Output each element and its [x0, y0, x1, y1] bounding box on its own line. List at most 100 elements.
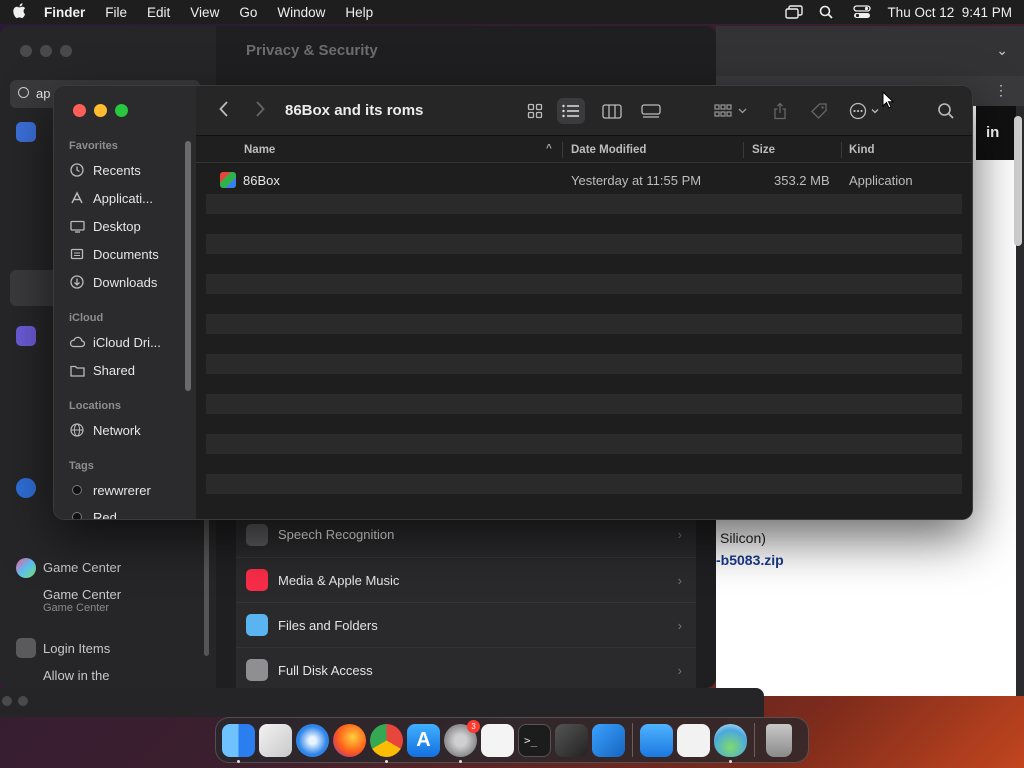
- sidebar-item-applications[interactable]: Applicati...: [69, 187, 189, 209]
- sidebar-item-label: Applicati...: [93, 190, 153, 206]
- dock-system-settings-icon[interactable]: 3: [444, 719, 480, 763]
- dock-separator: [632, 723, 633, 757]
- forward-button[interactable]: [250, 100, 270, 122]
- login-items-result-label: Allow in the: [43, 668, 110, 683]
- tag-button[interactable]: [805, 98, 833, 124]
- dock-app-store-icon[interactable]: A: [407, 723, 440, 757]
- empty-row: [206, 254, 962, 274]
- game-center-result-label: Game Center: [43, 587, 122, 602]
- bg-window-min[interactable]: [18, 696, 28, 706]
- share-button[interactable]: [766, 98, 794, 124]
- sidebar-header-tags: Tags: [69, 460, 94, 472]
- menu-help[interactable]: Help: [345, 5, 373, 20]
- download-link[interactable]: -b5083.zip: [716, 552, 784, 568]
- menu-edit[interactable]: Edit: [147, 5, 170, 20]
- file-row-86box[interactable]: 86Box Yesterday at 11:55 PM 353.2 MB App…: [206, 166, 962, 194]
- settings-search-value: ap: [36, 86, 51, 101]
- sidebar-tag-rewwrerer[interactable]: rewwrerer: [69, 479, 189, 501]
- privacy-row-files-and-folders[interactable]: Files and Folders ›: [236, 602, 696, 647]
- sign-in-button[interactable]: in: [976, 106, 1016, 160]
- sidebar-scrollbar[interactable]: [185, 141, 191, 391]
- dock-finder-icon[interactable]: [222, 723, 255, 763]
- chevron-right-icon: ›: [677, 617, 682, 633]
- privacy-row-full-disk-access[interactable]: Full Disk Access ›: [236, 647, 696, 688]
- browser-menu-icon[interactable]: ⋮: [994, 82, 1008, 99]
- settings-result-game-center[interactable]: Game Center Game Center: [43, 587, 121, 614]
- settings-sidebar-game-center[interactable]: Game Center: [43, 560, 121, 575]
- dock-trash-icon[interactable]: [766, 723, 792, 757]
- dock-safari-icon[interactable]: [296, 723, 329, 757]
- icon-view-button[interactable]: [521, 98, 549, 124]
- column-separator[interactable]: [841, 142, 842, 158]
- control-center-icon[interactable]: [853, 5, 872, 19]
- column-size[interactable]: Size: [752, 144, 775, 156]
- dock-chrome-icon[interactable]: [370, 723, 403, 763]
- tab-list-chevron-icon[interactable]: ⌄: [996, 42, 1008, 59]
- column-separator[interactable]: [562, 142, 563, 158]
- dock-firefox-icon[interactable]: [333, 723, 366, 757]
- dock-vscode-icon[interactable]: [592, 723, 625, 757]
- login-items-label: Login Items: [43, 641, 111, 656]
- sidebar-tag-red[interactable]: Red: [69, 506, 189, 519]
- settings-sidebar-login-items[interactable]: Login Items: [43, 641, 110, 656]
- settings-result-login-items[interactable]: Allow in the: [43, 668, 109, 683]
- sidebar-item-documents[interactable]: Documents: [69, 243, 189, 265]
- sidebar-item-icloud-drive[interactable]: iCloud Dri...: [69, 331, 189, 353]
- document-icon: [69, 246, 85, 262]
- row-label: Files and Folders: [278, 617, 378, 633]
- settings-minimize-button[interactable]: [40, 45, 52, 57]
- bg-window-close[interactable]: [2, 696, 12, 706]
- menu-go[interactable]: Go: [239, 5, 257, 20]
- privacy-row-media-apple-music[interactable]: Media & Apple Music ›: [236, 557, 696, 602]
- apple-menu-icon[interactable]: [12, 2, 26, 22]
- dock-launchpad-icon[interactable]: [259, 723, 292, 757]
- sidebar-item-desktop[interactable]: Desktop: [69, 215, 189, 237]
- sidebar-item-network[interactable]: Network: [69, 419, 189, 441]
- dock-garageband-icon[interactable]: [555, 723, 588, 757]
- column-name[interactable]: Name: [244, 144, 275, 156]
- gallery-view-button[interactable]: [637, 98, 665, 124]
- menubar-clock[interactable]: Thu Oct 12 9:41 PM: [887, 5, 1012, 20]
- group-by-button[interactable]: [711, 98, 751, 124]
- sidebar-item-shared[interactable]: Shared: [69, 359, 189, 381]
- more-actions-button[interactable]: [846, 98, 886, 124]
- menu-window[interactable]: Window: [277, 5, 325, 20]
- sidebar-item-label: Network: [93, 422, 141, 438]
- column-date-modified[interactable]: Date Modified: [571, 144, 646, 156]
- dock-potion-icon[interactable]: [714, 723, 747, 763]
- column-separator[interactable]: [743, 142, 744, 158]
- search-button[interactable]: [932, 98, 960, 124]
- download-icon: [69, 274, 85, 290]
- column-kind[interactable]: Kind: [849, 144, 875, 156]
- back-button[interactable]: [214, 100, 234, 122]
- close-button[interactable]: [73, 104, 86, 117]
- list-view-button[interactable]: [557, 98, 585, 124]
- dock-terminal-icon[interactable]: >_: [518, 723, 551, 757]
- settings-sidebar-scrollbar[interactable]: [204, 506, 209, 656]
- browser-scrollbar[interactable]: [1014, 116, 1022, 246]
- spotlight-icon[interactable]: [819, 5, 837, 19]
- minimize-button[interactable]: [94, 104, 107, 117]
- empty-row: [206, 234, 962, 254]
- privacy-hand-icon: [16, 122, 36, 142]
- settings-zoom-button[interactable]: [60, 45, 72, 57]
- dock-textedit-icon[interactable]: [481, 723, 514, 757]
- sidebar-item-downloads[interactable]: Downloads: [69, 271, 189, 293]
- menu-app-finder[interactable]: Finder: [44, 5, 85, 20]
- share-icon: [774, 102, 786, 120]
- notification-badge: 3: [467, 719, 480, 733]
- dock-weather-icon[interactable]: [640, 723, 673, 757]
- menu-view[interactable]: View: [190, 5, 219, 20]
- 86box-app-icon: [220, 172, 236, 188]
- sidebar-item-recents[interactable]: Recents: [69, 159, 189, 181]
- column-view-button[interactable]: [598, 98, 626, 124]
- zoom-button[interactable]: [115, 104, 128, 117]
- menu-file[interactable]: File: [105, 5, 127, 20]
- dock-freeform-icon[interactable]: [677, 723, 710, 757]
- sidebar-header-favorites: Favorites: [69, 140, 118, 152]
- game-center-icon: [16, 558, 36, 578]
- settings-close-button[interactable]: [20, 45, 32, 57]
- search-icon: [18, 87, 29, 98]
- screen-mirroring-icon[interactable]: [785, 5, 804, 19]
- group-icon: [714, 104, 747, 117]
